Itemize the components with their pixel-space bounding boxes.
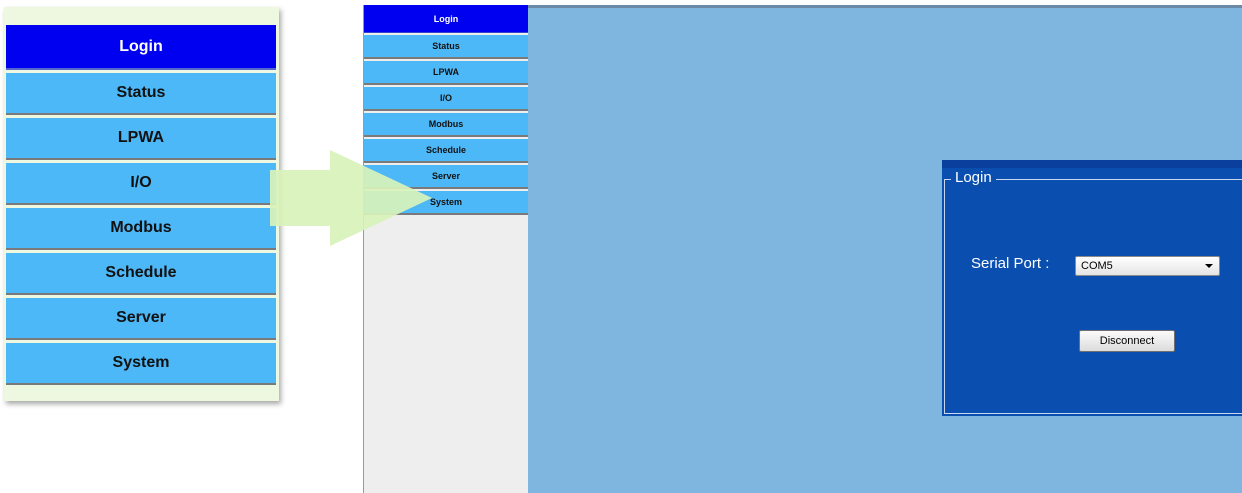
sidebar-item-login[interactable]: Login: [364, 5, 528, 33]
app-window: Login Status LPWA I/O Modbus Schedule Se…: [363, 5, 1242, 493]
right-arrow-icon: [270, 150, 432, 246]
sidebar-item-lpwa[interactable]: LPWA: [364, 61, 528, 85]
screenshot-stage: Login Status LPWA I/O Modbus Schedule Se…: [0, 0, 1242, 493]
login-legend: Login: [951, 168, 996, 188]
menu-callout: Login Status LPWA I/O Modbus Schedule Se…: [4, 7, 279, 401]
callout-menu: Login Status LPWA I/O Modbus Schedule Se…: [6, 25, 276, 388]
main-content: Login Serial Port : COM5 Disconnect: [528, 5, 1242, 493]
callout-menu-io[interactable]: I/O: [6, 163, 276, 205]
login-panel: Login Serial Port : COM5 Disconnect: [942, 160, 1242, 416]
serial-port-label: Serial Port :: [971, 255, 1050, 272]
sidebar-item-io[interactable]: I/O: [364, 87, 528, 111]
login-groupbox: Login Serial Port : COM5 Disconnect: [944, 168, 1242, 414]
callout-menu-modbus[interactable]: Modbus: [6, 208, 276, 250]
callout-menu-schedule[interactable]: Schedule: [6, 253, 276, 295]
callout-menu-lpwa[interactable]: LPWA: [6, 118, 276, 160]
disconnect-button[interactable]: Disconnect: [1079, 330, 1175, 352]
serial-port-value: COM5: [1081, 260, 1113, 272]
callout-menu-status[interactable]: Status: [6, 73, 276, 115]
sidebar-item-modbus[interactable]: Modbus: [364, 113, 528, 137]
callout-menu-server[interactable]: Server: [6, 298, 276, 340]
chevron-down-icon: [1205, 264, 1213, 268]
callout-menu-system[interactable]: System: [6, 343, 276, 385]
serial-port-select[interactable]: COM5: [1075, 256, 1220, 276]
callout-menu-login[interactable]: Login: [6, 25, 276, 70]
sidebar-item-status[interactable]: Status: [364, 35, 528, 59]
